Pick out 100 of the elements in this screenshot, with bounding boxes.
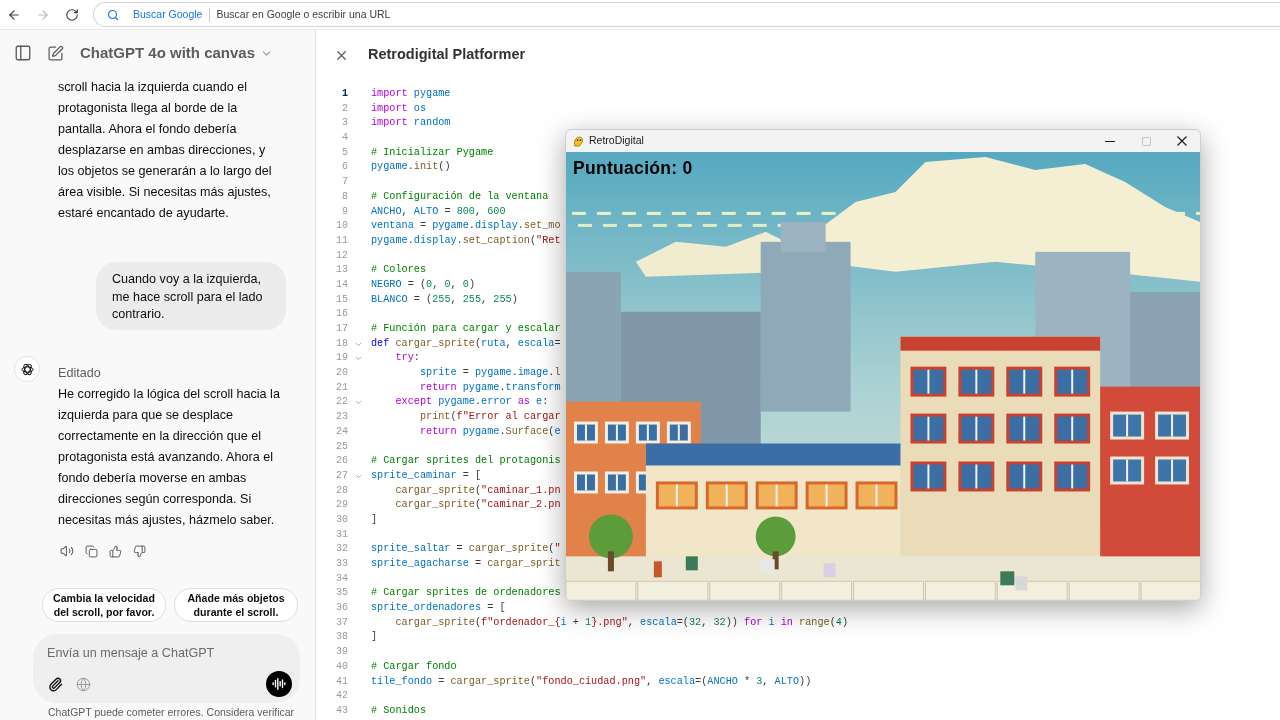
like-button[interactable] bbox=[108, 544, 122, 559]
suggestion-chip[interactable]: Cambia la velocidad del scroll, por favor. bbox=[42, 588, 166, 623]
paperclip-icon bbox=[47, 676, 63, 692]
message-field[interactable]: Envía un mensaje a ChatGPT bbox=[47, 643, 277, 664]
code-line: # Cargar sprites del protagonis bbox=[371, 454, 561, 469]
model-selector[interactable]: ChatGPT 4o with canvas bbox=[80, 41, 274, 65]
edit-icon bbox=[46, 44, 64, 62]
line-number: 20 bbox=[336, 366, 348, 381]
line-number: 3 bbox=[342, 116, 348, 131]
line-number: 39 bbox=[336, 645, 348, 660]
maximize-icon bbox=[1141, 136, 1151, 146]
read-aloud-button[interactable] bbox=[60, 544, 74, 559]
line-number: 32 bbox=[336, 542, 348, 557]
code-line: ventana = pygame.display.set_mo bbox=[371, 219, 561, 234]
code-line: # Cargar sprites de ordenadores bbox=[371, 586, 561, 601]
code-line: ] bbox=[371, 512, 378, 527]
line-number: 19 bbox=[336, 351, 348, 366]
snake-icon bbox=[573, 135, 584, 147]
line-number: 27 bbox=[336, 468, 348, 483]
suggestion-chip[interactable]: Añade más objetos durante el scroll. bbox=[174, 588, 298, 623]
line-number: 17 bbox=[336, 322, 348, 336]
line-number: 31 bbox=[336, 527, 348, 542]
code-line: NEGRO = (0, 0, 0) bbox=[371, 277, 475, 292]
reload-icon bbox=[65, 7, 79, 22]
minimize-icon bbox=[1105, 140, 1115, 142]
line-number: 29 bbox=[336, 498, 348, 513]
window-title: RetroDigital bbox=[589, 133, 644, 149]
globe-icon bbox=[75, 676, 91, 692]
line-number: 33 bbox=[336, 557, 348, 571]
search-icon bbox=[107, 8, 119, 21]
code-line: # Configuración de la ventana bbox=[371, 189, 549, 204]
code-line: # Función para cargar y escalar bbox=[371, 322, 561, 336]
line-number: 15 bbox=[336, 292, 348, 307]
line-number: 1 bbox=[342, 87, 348, 101]
code-line: ] bbox=[371, 630, 378, 645]
code-line: import os bbox=[371, 101, 427, 116]
code-line: cargar_sprite(f"ordenador_{i + 1}.png", escala=(32, 32)) for i in range(4) bbox=[394, 615, 848, 630]
line-number: 42 bbox=[336, 689, 348, 704]
code-line: cargar_sprite("caminar_1.pn bbox=[394, 483, 561, 498]
code-line: tile_fondo = cargar_sprite("fondo_ciudad.png", escala=(ANCHO * 3, ALTO)) bbox=[371, 674, 812, 689]
attach-button[interactable] bbox=[47, 676, 63, 693]
line-number: 12 bbox=[336, 248, 348, 263]
assistant-message-text: scroll hacia la izquierda cuando el protagonista llega al borde de la pantalla. Ahora el fondo debería desplazarse en ambas direcciones, y los objetos se generarán a lo largo del área visible. Si necesitas más ajustes, estaré encantado de ayudarte. bbox=[58, 79, 273, 222]
score-text: Puntuación: 0 bbox=[573, 158, 693, 178]
web-search-button[interactable] bbox=[75, 676, 91, 693]
line-number: 16 bbox=[336, 307, 348, 322]
assistant-message-text: He corregido la lógica del scroll hacia la izquierda para que se desplace correctamente en la dirección que el protagonista está avanzando. Ahora el fondo debería moverse en ambas direcciones según corresponda. Si necesitas más ajustes, házmelo saber. bbox=[58, 386, 281, 530]
code-line: # Sonidos bbox=[371, 703, 427, 718]
sound-wave-icon bbox=[272, 677, 286, 692]
code-line: ANCHO, ALTO = 800, 600 bbox=[371, 204, 506, 219]
line-number: 40 bbox=[336, 659, 348, 674]
line-number: 43 bbox=[336, 703, 348, 718]
line-number: 23 bbox=[336, 410, 348, 425]
canvas-title: Retrodigital Platformer bbox=[368, 45, 526, 65]
copy-button[interactable] bbox=[84, 544, 98, 559]
code-line: def cargar_sprite(ruta, escala= bbox=[371, 336, 561, 351]
line-number: 38 bbox=[336, 630, 348, 645]
copy-icon bbox=[84, 544, 98, 558]
line-number: 14 bbox=[336, 277, 348, 292]
code-line: # Colores bbox=[371, 263, 427, 278]
code-line: BLANCO = (255, 255, 255) bbox=[371, 292, 518, 307]
code-line: sprite = pygame.image.l bbox=[418, 366, 561, 381]
line-number: 11 bbox=[336, 233, 348, 248]
code-line: try: bbox=[394, 351, 420, 366]
voice-mode-button[interactable] bbox=[266, 671, 292, 698]
dislike-button[interactable] bbox=[132, 544, 146, 559]
code-line: sprite_saltar = cargar_sprite(" bbox=[371, 542, 561, 557]
line-number: 4 bbox=[342, 131, 348, 146]
code-line: # Inicializar Pygame bbox=[371, 145, 494, 160]
code-line: return pygame.transform bbox=[418, 380, 561, 395]
line-number: 36 bbox=[336, 601, 348, 616]
line-number: 13 bbox=[336, 263, 348, 278]
code-line: pygame.init() bbox=[371, 160, 451, 175]
line-number: 25 bbox=[336, 439, 348, 454]
thumbs-down-icon bbox=[132, 544, 146, 558]
line-number: 37 bbox=[336, 615, 348, 630]
line-number: 10 bbox=[336, 219, 348, 234]
code-line: sprite_agacharse = cargar_sprit bbox=[371, 557, 561, 571]
line-number: 30 bbox=[336, 512, 348, 527]
close-icon bbox=[1177, 136, 1187, 146]
line-number: 22 bbox=[336, 395, 348, 410]
code-line: sprite_ordenadores = [ bbox=[371, 601, 506, 616]
address-input[interactable]: Buscar en Google o escribir una URL bbox=[216, 6, 1280, 23]
address-bar[interactable]: Buscar Google Buscar en Google o escribir una URL bbox=[93, 2, 1280, 27]
thumbs-up-icon bbox=[108, 544, 122, 558]
line-number: 7 bbox=[342, 175, 348, 190]
line-number: 21 bbox=[336, 380, 348, 395]
line-number: 24 bbox=[336, 424, 348, 439]
code-line: sprite_caminar = [ bbox=[371, 468, 482, 483]
speaker-icon bbox=[60, 544, 74, 559]
line-number: 41 bbox=[336, 674, 348, 689]
line-number: 26 bbox=[336, 454, 348, 469]
line-number: 34 bbox=[336, 571, 348, 586]
code-line: except pygame.error as e: bbox=[394, 395, 549, 410]
line-number: 6 bbox=[342, 160, 348, 175]
line-number: 18 bbox=[336, 336, 348, 351]
line-number: 9 bbox=[342, 204, 348, 219]
code-line: import random bbox=[371, 116, 451, 131]
line-number: 5 bbox=[342, 145, 348, 160]
edited-label: Editado bbox=[58, 366, 101, 381]
